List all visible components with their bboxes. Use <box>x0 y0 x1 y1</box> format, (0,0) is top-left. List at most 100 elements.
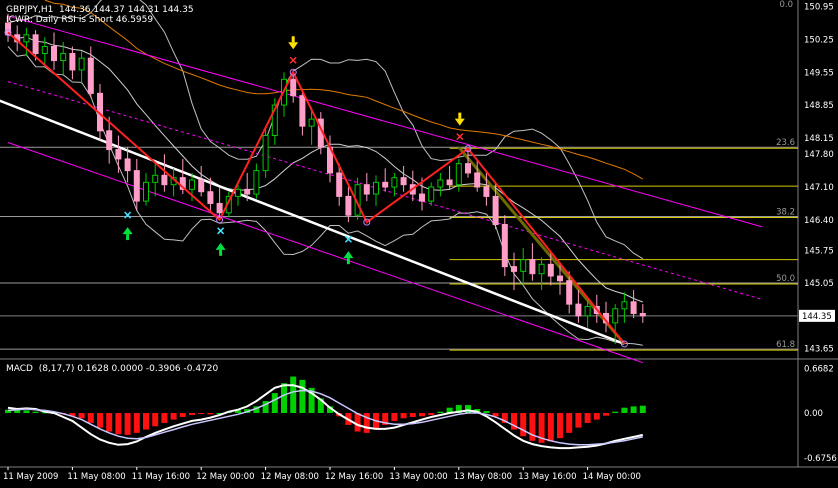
candle-body <box>78 57 85 71</box>
candle-body <box>299 95 306 127</box>
price-tick-label: 146.40 <box>804 216 834 226</box>
macd-histogram-bar <box>575 413 582 428</box>
time-tick-label: 13 May 08:00 <box>454 472 512 482</box>
macd-histogram-bar <box>566 413 573 433</box>
fibo-label: 38.2 <box>776 208 795 218</box>
candle-body <box>520 259 527 272</box>
time-tick-label: 11 May 16:00 <box>132 472 190 482</box>
candle-body <box>584 305 591 317</box>
candle-body <box>189 179 195 190</box>
chart-window[interactable]: 23.6 38.2 50.0 61.8 150.95 150.25 149.55 148.8… <box>0 0 838 484</box>
time-tick-label: 13 May 16:00 <box>518 472 576 482</box>
up-arrow-stem <box>219 249 223 256</box>
candle-body <box>23 34 30 43</box>
candle-body <box>455 163 462 186</box>
candle-body <box>465 163 471 174</box>
price-tick-label: 150.95 <box>804 3 834 13</box>
macd-histogram-bar <box>290 376 297 413</box>
macd-histogram-bar <box>161 413 168 423</box>
current-price-label: 144.35 <box>802 312 832 322</box>
fibo-label: 50.0 <box>776 274 795 284</box>
macd-histogram-bar <box>612 411 619 413</box>
candle-body <box>630 301 637 314</box>
price-tick-label: 150.25 <box>804 35 834 45</box>
chart-background <box>0 0 838 484</box>
time-tick-label: 11 May 08:00 <box>67 472 125 482</box>
price-chart[interactable]: 23.6 38.2 50.0 61.8 150.95 150.25 149.55 148.8… <box>0 0 838 484</box>
candle-body <box>483 186 490 197</box>
time-tick-label: 12 May 16:00 <box>325 472 383 482</box>
macd-histogram-bar <box>409 413 416 417</box>
candle-body <box>124 158 131 172</box>
price-tick-label: 145.75 <box>804 246 834 256</box>
price-tick-label: 145.05 <box>804 279 834 289</box>
candle-body <box>391 177 398 188</box>
candle-body <box>612 308 619 324</box>
down-arrow-stem <box>458 112 462 119</box>
up-arrow-stem <box>126 234 130 241</box>
macd-histogram-bar <box>133 413 140 433</box>
candle-body <box>566 280 573 305</box>
macd-histogram-bar <box>593 413 600 420</box>
candle-body <box>382 181 389 188</box>
macd-histogram-bar <box>557 413 563 439</box>
macd-histogram-bar <box>400 413 407 419</box>
macd-histogram-bar <box>584 413 591 423</box>
price-tick-label: 148.85 <box>804 101 834 111</box>
macd-histogram-bar <box>354 413 361 432</box>
candle-body <box>115 149 122 160</box>
candle-body <box>69 53 76 71</box>
candle-body <box>198 179 205 193</box>
candle-body <box>538 263 545 275</box>
price-tick-label: 143.65 <box>804 345 834 355</box>
candle-body <box>60 53 67 62</box>
macd-histogram-bar <box>603 413 609 416</box>
macd-histogram-bar <box>115 413 122 435</box>
candle-body <box>363 184 370 195</box>
candle-body <box>501 224 508 268</box>
macd-histogram-bar <box>271 393 278 413</box>
macd-histogram-bar <box>483 411 490 413</box>
macd-histogram-bar <box>78 413 85 419</box>
candle-body <box>253 170 260 195</box>
time-tick-label: 12 May 00:00 <box>196 472 254 482</box>
macd-histogram-bar <box>152 413 159 427</box>
candle-body <box>207 191 214 204</box>
macd-histogram-bar <box>630 406 637 413</box>
candle-body <box>557 275 563 282</box>
candle-body <box>51 46 57 62</box>
candle-body <box>345 195 352 216</box>
macd-histogram-bar <box>547 413 554 442</box>
macd-histogram-bar <box>179 413 186 417</box>
candle-body <box>373 181 379 195</box>
candle-body <box>547 263 554 277</box>
macd-histogram-bar <box>32 411 39 413</box>
candle-body <box>575 303 582 317</box>
up-arrow-stem <box>346 258 350 265</box>
candle-body <box>419 193 425 202</box>
candle-body <box>41 46 48 55</box>
macd-histogram-bar <box>281 383 287 413</box>
macd-histogram-bar <box>170 413 177 420</box>
macd-histogram-bar <box>529 413 536 441</box>
macd-histogram-bar <box>428 413 435 415</box>
candle-body <box>235 188 241 197</box>
candle-body <box>511 266 517 272</box>
macd-tick-label: 0.6682 <box>804 365 834 375</box>
macd-histogram-bar <box>520 413 527 437</box>
down-arrow-stem <box>291 36 295 43</box>
symbol-info: GBPJPY,H1 144.36 144.37 144.31 144.35 <box>6 5 194 15</box>
macd-histogram-bar <box>621 407 628 413</box>
macd-histogram-bar <box>419 413 425 417</box>
candle-body <box>529 259 536 275</box>
candle-body <box>428 186 435 202</box>
time-tick-label: 14 May 00:00 <box>583 472 641 482</box>
candle-body <box>437 179 444 188</box>
candle-body <box>336 172 343 197</box>
macd-tick-label: 0.00 <box>804 409 823 419</box>
candle-body <box>308 118 315 127</box>
candle-body <box>290 78 297 97</box>
candle-body <box>87 57 94 94</box>
candle-body <box>621 301 628 310</box>
macd-histogram-bar <box>87 413 94 423</box>
